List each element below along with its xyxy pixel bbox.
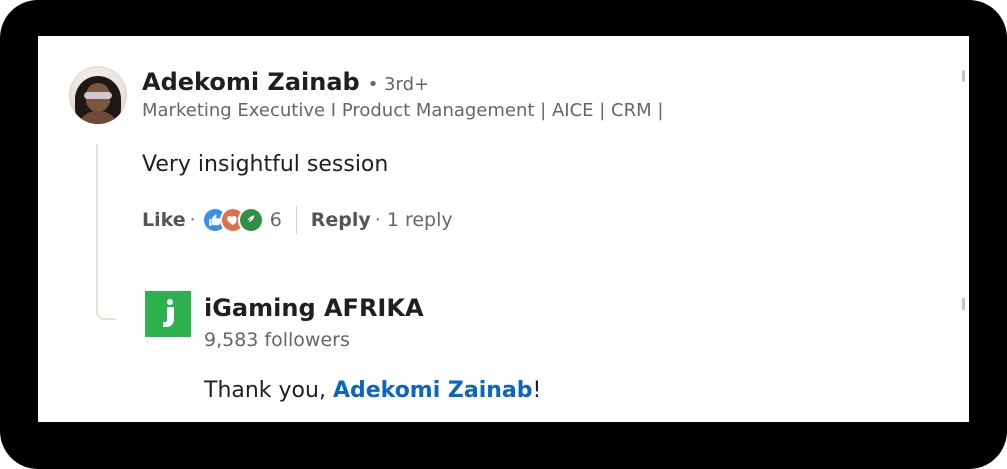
connection-degree: • 3rd+ (367, 74, 430, 95)
reply-separator: · (374, 209, 381, 231)
comment-overflow-edge (962, 70, 965, 82)
avatar-glasses (84, 92, 112, 99)
reply-button[interactable]: Reply (311, 209, 371, 231)
comment-text: Very insightful session (142, 152, 389, 177)
reply-followers: 9,583 followers (204, 329, 350, 351)
reply-text: Thank you, Adekomi Zainab! (204, 378, 541, 403)
support-icon (239, 209, 262, 231)
like-button[interactable]: Like (142, 209, 186, 231)
reply-text-prefix: Thank you, (204, 378, 333, 403)
reply-count[interactable]: 1 reply (387, 209, 453, 231)
reply-author-name[interactable]: iGaming AFRIKA (204, 294, 424, 322)
actions-divider (295, 206, 297, 234)
screenshot-frame: Adekomi Zainab • 3rd+ Marketing Executive… (0, 0, 1007, 469)
mention-link[interactable]: Adekomi Zainab (333, 378, 533, 403)
reply-text-suffix: ! (532, 378, 542, 403)
company-logo-mark (163, 299, 174, 327)
reply-overflow-edge (962, 298, 965, 310)
reaction-count[interactable]: 6 (270, 209, 282, 231)
commenter-avatar[interactable] (69, 66, 127, 124)
comment-author-row: Adekomi Zainab • 3rd+ (142, 68, 429, 96)
comment-card: Adekomi Zainab • 3rd+ Marketing Executive… (38, 36, 969, 422)
thread-connector (96, 144, 116, 320)
company-logo[interactable] (145, 291, 191, 337)
comment-author-name[interactable]: Adekomi Zainab (142, 68, 360, 96)
reaction-summary[interactable] (203, 209, 262, 231)
comment-actions: Like · 6 Reply · 1 reply (142, 206, 453, 234)
comment-author-headline: Marketing Executive I Product Management… (142, 100, 664, 121)
like-separator: · (189, 209, 196, 231)
